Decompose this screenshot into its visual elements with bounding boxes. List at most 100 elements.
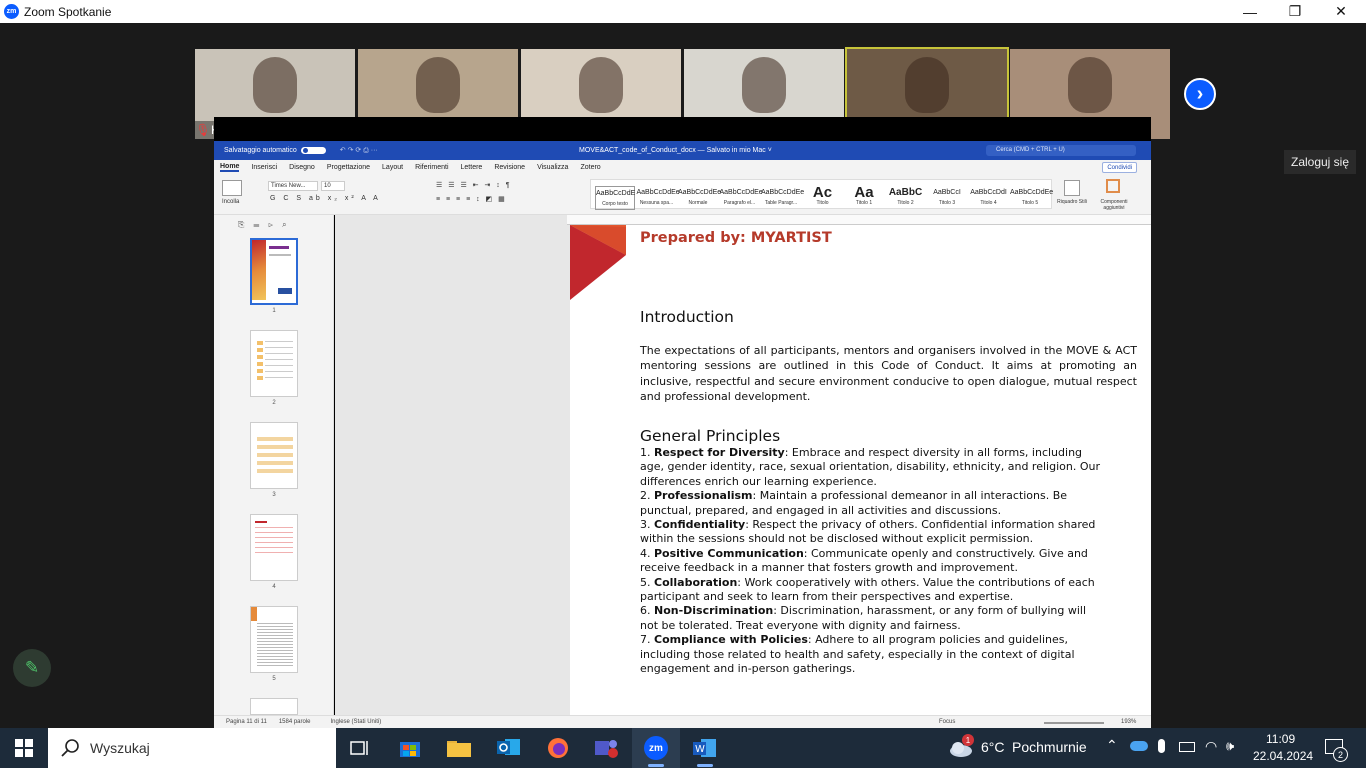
thumbnail-number: 2 [272,400,276,406]
wifi-icon[interactable]: ◠ [1205,738,1217,755]
participant-video [253,57,297,113]
style-option[interactable]: AaBbCcDdEe Normale [678,186,721,210]
style-label: Table Paragr... [764,200,798,206]
principle-number: 5. [640,575,651,589]
principle-title: Collaboration [654,575,738,589]
principle-title: Respect for Diversity [654,446,785,459]
zoom-logo-icon: zm [4,4,19,19]
principle-item: 4. Positive Communication: Communicate o… [640,547,1100,576]
file-explorer-icon[interactable] [435,728,483,768]
windows-taskbar: Wyszukaj zm W 1 6°C Pochmurnie ⌃ ◠ 🕪 11:… [0,728,1366,768]
ribbon-tab-layout[interactable]: Layout [382,164,403,171]
ribbon-tab-home[interactable]: Home [220,163,240,172]
page-thumbnail[interactable] [250,698,298,715]
document-page[interactable]: Prepared by: MYARTIST Introduction The e… [570,225,1151,715]
ribbon-tab-inserisci[interactable]: Inserisci [251,164,277,171]
tray-chevron-icon[interactable]: ⌃ [1106,737,1118,754]
style-preview: AaBbCcDdE [596,190,636,197]
page-thumbnail[interactable] [250,238,298,305]
onedrive-icon[interactable] [1130,741,1148,751]
ribbon-tab-visualizza[interactable]: Visualizza [537,164,568,171]
style-option[interactable]: Aa Titolo 1 [844,184,884,210]
store-icon[interactable] [386,728,434,768]
microphone-icon[interactable] [1158,739,1165,753]
minimize-button[interactable]: — [1227,0,1273,23]
weather-icon[interactable]: 1 [948,734,974,763]
style-label: Titolo [816,200,829,206]
style-option[interactable]: AaBbCcDdI Titolo 4 [969,186,1009,210]
ribbon-tab-disegno[interactable]: Disegno [289,164,315,171]
word-count[interactable]: 1584 parole [279,719,311,725]
task-view-icon[interactable] [336,728,384,768]
word-search-input[interactable]: Cerca (CMD + CTRL + U) [986,145,1136,156]
autosave-toggle[interactable] [300,147,326,154]
style-label: Titolo 4 [980,200,997,206]
principles-heading: General Principles [640,427,781,445]
ribbon-tab-zotero[interactable]: Zotero [580,164,600,171]
page-thumbnail[interactable] [250,514,298,581]
addins-label: Componenti aggiuntivi [1100,199,1128,211]
login-button[interactable]: Zaloguj się [1284,150,1356,174]
svg-text:W: W [695,744,705,755]
close-button[interactable]: ✕ [1318,0,1364,23]
horizontal-ruler[interactable] [567,215,1151,225]
list-buttons[interactable]: ☰ ☰ ☰ ⇤ ⇥ ↕ ¶ [436,181,512,189]
font-size-select[interactable]: 10 [321,181,345,191]
annotate-pencil-icon[interactable]: ✎ [13,649,51,687]
style-option[interactable]: AaBbCcDdEe Table Paragr... [761,186,804,210]
restore-button[interactable]: ❐ [1272,0,1318,23]
style-option[interactable]: Ac Titolo [803,185,843,210]
page-thumbnail[interactable] [250,422,298,489]
style-option[interactable]: AaBbCcDdEe Paragrafo el... [720,186,763,210]
battery-icon[interactable] [1179,742,1195,752]
share-button[interactable]: Condividi [1102,162,1137,173]
undo-icon[interactable]: ↶ ↷ ⟳ ⎙ ··· [340,146,378,155]
ribbon-tab-lettere[interactable]: Lettere [461,164,483,171]
format-buttons[interactable]: G C S ab x₂ x² A A [270,195,381,202]
addins-icon[interactable] [1106,179,1120,193]
font-name-select[interactable]: Times New... [268,181,318,191]
page-thumbnail[interactable] [250,606,298,673]
ribbon-tab-riferimenti[interactable]: Riferimenti [415,164,448,171]
page-thumbnail[interactable] [250,330,298,397]
paste-icon[interactable] [222,180,242,196]
doc-title[interactable]: MOVE&ACT_code_of_Conduct_docx — Salvato … [579,147,772,154]
style-option[interactable]: AaBbCcDdEe Titolo 5 [1010,186,1053,210]
nav-pane-tabs[interactable]: ⎘☰⊳⌕ [238,220,296,230]
zoom-level[interactable]: 193% [1121,719,1136,725]
style-preview: AaBbC [888,187,923,198]
ribbon-tab-revisione[interactable]: Revisione [494,164,525,171]
clock-date[interactable]: 22.04.2024 [1253,749,1313,763]
focus-button[interactable]: Focus [939,719,955,725]
style-option[interactable]: AaBbCcI Titolo 3 [927,186,967,210]
zoom-slider[interactable] [1044,722,1104,724]
prepared-by: Prepared by: MYARTIST [640,230,832,246]
next-page-button[interactable]: › [1184,78,1216,110]
principle-item: 2. Professionalism: Maintain a professio… [640,489,1100,518]
style-preview: Aa [854,184,874,201]
search-placeholder: Wyszukaj [90,740,150,756]
clock-time[interactable]: 11:09 [1266,732,1295,746]
firefox-icon[interactable] [534,728,582,768]
style-label: Corpo testo [602,201,628,207]
volume-icon[interactable]: 🕪 [1226,738,1234,754]
word-taskbar-icon[interactable]: W [681,728,729,768]
style-option[interactable]: AaBbCcDdEe Nessuna spa... [637,186,680,210]
start-button[interactable] [0,728,48,768]
document-canvas: Prepared by: MYARTIST Introduction The e… [335,215,1151,715]
zoom-logo-icon: zm [644,736,668,760]
style-option[interactable]: AaBbC Titolo 2 [886,186,926,210]
taskbar-search[interactable]: Wyszukaj [48,728,336,768]
ribbon-tab-progettazione[interactable]: Progettazione [327,164,370,171]
language[interactable]: Inglese (Stati Uniti) [331,719,382,725]
align-buttons[interactable]: ≡ ≡ ≡ ≡ ↕ ◩ ▦ [436,195,507,203]
search-icon [61,739,79,757]
zoom-taskbar-icon[interactable]: zm [632,728,680,768]
outlook-icon[interactable] [485,728,533,768]
thumbnail-number: 4 [272,584,276,590]
styles-pane-icon[interactable] [1064,180,1080,196]
style-option[interactable]: AaBbCcDdE Corpo testo [595,186,635,210]
teams-icon[interactable] [583,728,631,768]
principle-title: Compliance with Policies [654,633,808,647]
page-decoration [570,225,626,300]
